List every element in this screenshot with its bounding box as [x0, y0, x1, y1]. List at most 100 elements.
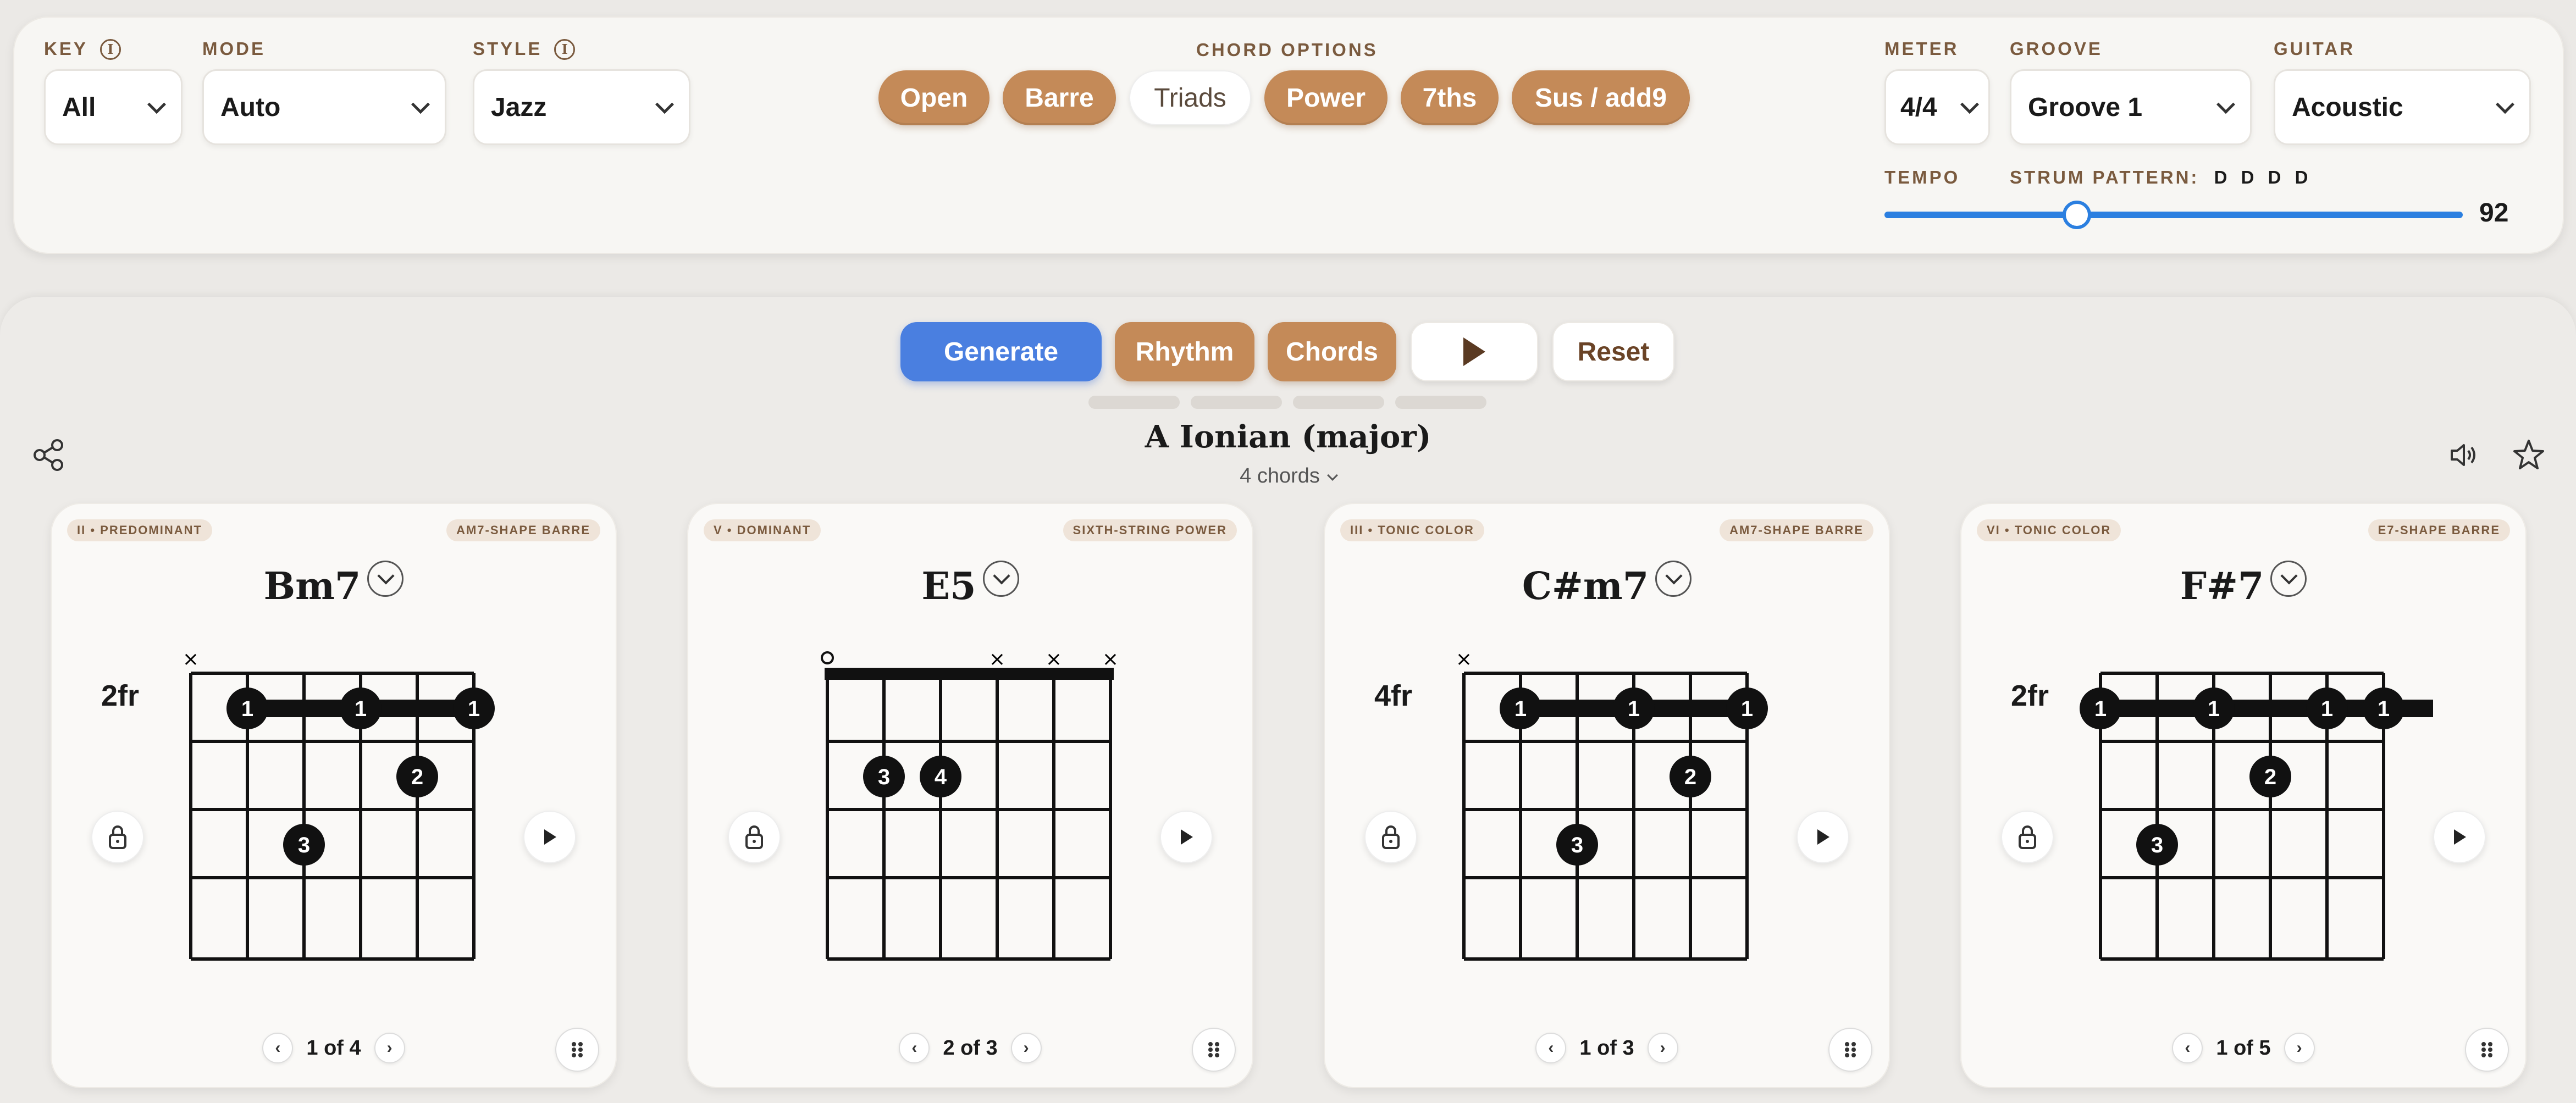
key-select[interactable]: All — [44, 69, 183, 145]
play-icon — [1817, 829, 1829, 845]
svg-text:1: 1 — [2094, 697, 2107, 721]
voicing-index: 1 of 5 — [2216, 1036, 2271, 1060]
guitar-label: GUITAR — [2274, 38, 2356, 59]
next-voicing-button[interactable]: › — [374, 1033, 405, 1063]
voicing-index: 1 of 4 — [306, 1036, 361, 1060]
strum-pattern-label: STRUM PATTERN: D D D D — [2010, 167, 2313, 187]
previous-voicing-button[interactable]: ‹ — [1535, 1033, 1567, 1063]
lock-icon — [109, 825, 126, 849]
fret-position-label: 2fr — [2011, 679, 2049, 712]
grip-icon — [1208, 1042, 1219, 1057]
tempo-slider-thumb[interactable] — [2063, 201, 2091, 229]
drag-handle[interactable] — [1828, 1028, 1872, 1072]
svg-text:1: 1 — [2378, 697, 2390, 721]
chevron-down-icon — [655, 95, 674, 114]
chord-diagram: 1 1 1 1 2 3 — [2080, 672, 2433, 961]
voicing-pager: ‹ 2 of 3 › — [687, 1033, 1253, 1063]
lock-icon — [1382, 825, 1400, 849]
play-chord-button[interactable] — [2433, 811, 2486, 863]
chord-count-toggle[interactable]: 4 chords — [0, 464, 2576, 488]
chord-variant-dropdown[interactable] — [982, 561, 1019, 597]
progression-title: A Ionian (major) — [1145, 419, 1431, 455]
svg-text:4: 4 — [935, 765, 947, 789]
play-chord-button[interactable] — [523, 811, 576, 863]
chords-button[interactable]: Chords — [1268, 322, 1396, 381]
chord-option-sus-add9[interactable]: Sus / add9 — [1512, 70, 1690, 125]
chord-option-open[interactable]: Open — [878, 70, 990, 125]
generate-button[interactable]: Generate — [900, 322, 1102, 381]
play-button[interactable] — [1411, 322, 1538, 381]
chord-option-barre[interactable]: Barre — [1003, 70, 1116, 125]
shape-tag: E7-SHAPE BARRE — [2368, 519, 2510, 541]
previous-voicing-button[interactable]: ‹ — [262, 1033, 294, 1063]
tempo-label: TEMPO — [1884, 167, 1960, 187]
chord-diagram: × 1 1 1 2 3 — [1456, 648, 1768, 961]
lock-button[interactable] — [728, 811, 781, 863]
mode-label: MODE — [202, 38, 266, 59]
rhythm-button[interactable]: Rhythm — [1115, 322, 1254, 381]
chord-option-triads[interactable]: Triads — [1129, 70, 1251, 125]
chord-name: C#m7 — [1324, 561, 1890, 608]
chord-card[interactable]: V • DOMINANT SIXTH-STRING POWER E5 × × × 3… — [687, 503, 1253, 1088]
lock-button[interactable] — [1364, 811, 1417, 863]
next-voicing-button[interactable]: › — [2284, 1033, 2315, 1063]
guitar-select[interactable]: Acoustic — [2274, 69, 2531, 145]
function-tag: III • TONIC COLOR — [1340, 519, 1484, 541]
voicing-pager: ‹ 1 of 4 › — [51, 1033, 617, 1063]
chord-name: Bm7 — [51, 561, 617, 608]
drag-handle[interactable] — [2465, 1028, 2509, 1072]
svg-text:2: 2 — [2264, 765, 2276, 789]
chord-variant-dropdown[interactable] — [367, 561, 404, 597]
tempo-slider-track[interactable] — [1884, 212, 2463, 218]
volume-button[interactable] — [2442, 433, 2486, 477]
fret-position-label: 4fr — [1374, 679, 1413, 712]
previous-voicing-button[interactable]: ‹ — [899, 1033, 930, 1063]
key-info-icon[interactable]: i — [99, 39, 121, 60]
chord-card[interactable]: II • PREDOMINANT AM7-SHAPE BARRE Bm7 2fr… — [51, 503, 617, 1088]
drag-handle[interactable] — [555, 1028, 599, 1072]
lock-icon — [745, 825, 763, 849]
chord-name: F#7 — [1960, 561, 2527, 608]
mode-select[interactable]: Auto — [202, 69, 446, 145]
shape-tag: SIXTH-STRING POWER — [1063, 519, 1237, 541]
lock-button[interactable] — [91, 811, 144, 863]
chord-option-power[interactable]: Power — [1264, 70, 1387, 125]
chevron-down-icon — [411, 95, 430, 114]
grip-icon — [2481, 1042, 2492, 1057]
grip-icon — [572, 1042, 583, 1057]
next-voicing-button[interactable]: › — [1647, 1033, 1678, 1063]
chord-variant-dropdown[interactable] — [1655, 561, 1692, 597]
reset-button[interactable]: Reset — [1552, 322, 1674, 381]
chord-name: E5 — [687, 561, 1253, 608]
svg-text:×: × — [1046, 648, 1062, 670]
play-icon — [1463, 337, 1485, 366]
groove-select[interactable]: Groove 1 — [2010, 69, 2252, 145]
style-select[interactable]: Jazz — [473, 69, 690, 145]
progress-segment — [1191, 396, 1282, 409]
play-icon — [544, 829, 556, 845]
next-voicing-button[interactable]: › — [1010, 1033, 1042, 1063]
shape-tag: AM7-SHAPE BARRE — [446, 519, 600, 541]
previous-voicing-button[interactable]: ‹ — [2172, 1033, 2203, 1063]
meter-label: METER — [1884, 38, 1959, 59]
function-tag: II • PREDOMINANT — [67, 519, 212, 541]
favorite-button[interactable] — [2507, 433, 2551, 477]
drag-handle[interactable] — [1192, 1028, 1236, 1072]
chord-options-label: CHORD OPTIONS — [1196, 40, 1378, 60]
svg-text:×: × — [989, 648, 1005, 670]
groove-label: GROOVE — [2010, 38, 2103, 59]
svg-text:×: × — [1456, 648, 1472, 670]
meter-select[interactable]: 4/4 — [1884, 69, 1990, 145]
chevron-down-icon — [1326, 470, 1338, 481]
play-chord-button[interactable] — [1160, 811, 1213, 863]
chord-option-7ths[interactable]: 7ths — [1401, 70, 1499, 125]
style-label: STYLE i — [473, 38, 576, 60]
play-chord-button[interactable] — [1796, 811, 1849, 863]
svg-text:×: × — [183, 648, 199, 670]
chord-card[interactable]: III • TONIC COLOR AM7-SHAPE BARRE C#m7 4… — [1324, 503, 1890, 1088]
chord-variant-dropdown[interactable] — [2270, 561, 2307, 597]
chord-card[interactable]: VI • TONIC COLOR E7-SHAPE BARRE F#7 2fr … — [1960, 503, 2527, 1088]
svg-text:3: 3 — [2151, 833, 2163, 857]
style-info-icon[interactable]: i — [554, 39, 576, 60]
lock-button[interactable] — [2001, 811, 2054, 863]
